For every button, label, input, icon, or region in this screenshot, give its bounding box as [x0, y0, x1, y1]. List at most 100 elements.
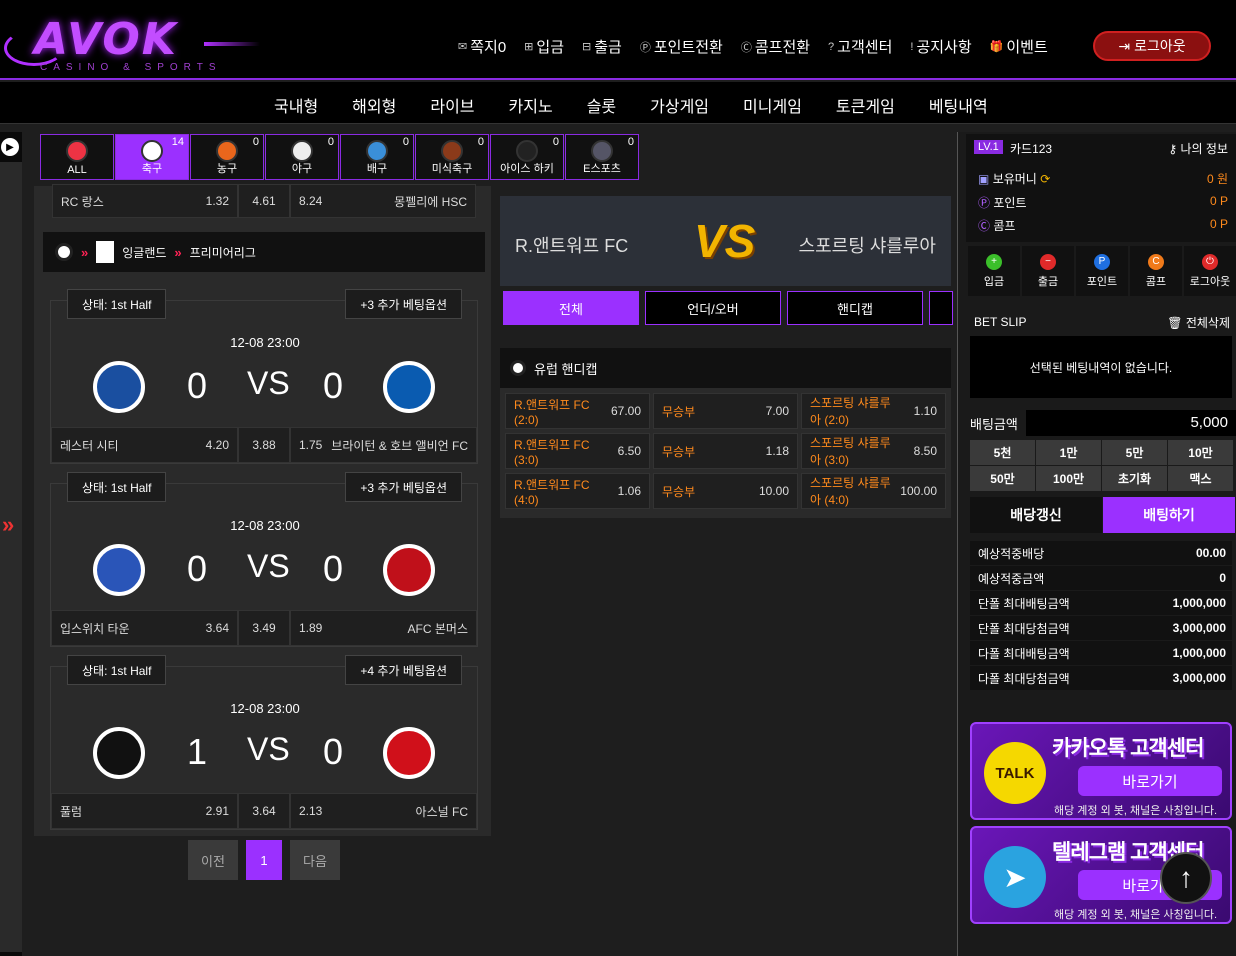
odds-draw-button[interactable]: 3.88 [238, 427, 290, 463]
market-draw-button[interactable]: 무승부 10.00 [653, 473, 798, 509]
market-away-odds: 1.10 [913, 404, 937, 418]
amount-chip-button[interactable]: 50만 [970, 466, 1035, 491]
sport-tab[interactable]: 농구 0 [190, 134, 264, 180]
logout-button[interactable]: ⇥ 로그아웃 [1093, 31, 1211, 61]
market-draw-button[interactable]: 무승부 7.00 [653, 393, 798, 429]
team-away-name: 몽펠리에 HSC [394, 194, 467, 209]
odds-away-button[interactable]: 1.75 브라이턴 & 호브 앨비언 FC [290, 427, 477, 463]
odds-away-button[interactable]: 8.24 몽펠리에 HSC [290, 184, 476, 218]
market-home-name: R.앤트워프 FC (4:0) [514, 477, 590, 507]
odds-draw-value: 3.64 [252, 804, 276, 818]
main-nav-item[interactable]: 라이브 [430, 93, 474, 117]
market-away-button[interactable]: 스포르팅 샤를루아 (2:0) 1.10 [801, 393, 946, 429]
place-bet-button[interactable]: 배팅하기 [1103, 497, 1235, 533]
quick-action-button[interactable]: − 출금 [1022, 246, 1074, 296]
amount-chip-button[interactable]: 10만 [1168, 440, 1233, 465]
quick-action-button[interactable]: + 입금 [968, 246, 1020, 296]
market-tab-more[interactable] [929, 291, 953, 325]
team-home-name: RC 랑스 [61, 194, 104, 209]
amount-chip-button[interactable]: 100만 [1036, 466, 1101, 491]
topnav-item-1[interactable]: ⊞ 입금 [524, 36, 564, 57]
amount-chip-button[interactable]: 5만 [1102, 440, 1167, 465]
sport-tab[interactable]: E스포츠 0 [565, 134, 639, 180]
market-away-button[interactable]: 스포르팅 샤를루아 (4:0) 100.00 [801, 473, 946, 509]
odds-away-button[interactable]: 2.13 아스널 FC [290, 793, 477, 829]
amount-chip-button[interactable]: 1만 [1036, 440, 1101, 465]
main-nav-item[interactable]: 미니게임 [743, 93, 802, 117]
prev-odds-row: RC 랑스 1.32 4.61 8.24 몽펠리에 HSC [52, 184, 476, 218]
soccer-ball-icon [510, 360, 526, 376]
chevron-right-icon: » [174, 244, 182, 260]
vs-label: VS [247, 365, 290, 401]
odds-home-value: 1.32 [205, 194, 229, 208]
market-tab[interactable]: 핸디캡 [787, 291, 923, 325]
account-panel: LV.1 카드123 ⚷ 나의 정보 ▣ 보유머니 ⟳ 0 원 Ⓟ 포인트 0 … [966, 134, 1236, 242]
page-button[interactable]: 1 [246, 840, 282, 880]
market-away-button[interactable]: 스포르팅 샤를루아 (3:0) 8.50 [801, 433, 946, 469]
next-page-button[interactable]: 다음 [290, 840, 340, 880]
scroll-top-button[interactable]: ↑ [1160, 852, 1212, 904]
extra-bets-button[interactable]: +4 추가 베팅옵션 [345, 655, 462, 685]
topnav-item-4[interactable]: Ⓒ 콤프전환 [741, 36, 810, 57]
arrow-up-icon: ↑ [1179, 862, 1193, 893]
match-state: 상태: 1st Half [67, 472, 167, 502]
prev-page-button[interactable]: 이전 [188, 840, 238, 880]
market-tab[interactable]: 전체 [503, 291, 639, 325]
sport-tab[interactable]: 아이스 하키 0 [490, 134, 564, 180]
amount-chip-button[interactable]: 맥스 [1168, 466, 1233, 491]
market-tab[interactable]: 언더/오버 [645, 291, 781, 325]
clear-all-button[interactable]: 🗑 전체삭제 [1167, 314, 1230, 331]
topnav-item-2[interactable]: ⊟ 출금 [582, 36, 622, 57]
extra-bets-button[interactable]: +3 추가 베팅옵션 [345, 472, 462, 502]
main-nav-item[interactable]: 가상게임 [650, 93, 709, 117]
main-nav-item[interactable]: 슬롯 [587, 93, 616, 117]
support-banner[interactable]: TALK 카카오톡 고객센터 바로가기 해당 계정 외 봇, 채널은 사칭입니다. [970, 722, 1232, 820]
main-nav-item[interactable]: 해외형 [352, 93, 396, 117]
odds-home-button[interactable]: RC 랑스 1.32 [52, 184, 238, 218]
topnav-item-3[interactable]: Ⓟ 포인트전환 [640, 36, 723, 57]
sport-tab[interactable]: 배구 0 [340, 134, 414, 180]
quick-action-button[interactable]: ⏻ 로그아웃 [1184, 246, 1236, 296]
odds-home-button[interactable]: 풀럼 2.91 [51, 793, 238, 829]
banner-go-button[interactable]: 바로가기 [1078, 766, 1222, 796]
quick-action-icon: + [986, 253, 1002, 270]
refresh-odds-button[interactable]: 배당갱신 [970, 497, 1102, 533]
sport-tab[interactable]: ALL [40, 134, 114, 180]
main-nav-item[interactable]: 베팅내역 [929, 93, 988, 117]
topnav-label: 쪽지0 [470, 39, 507, 56]
sport-tab[interactable]: 야구 0 [265, 134, 339, 180]
odds-draw-button[interactable]: 3.49 [238, 610, 290, 646]
play-icon[interactable]: ▶ [1, 138, 19, 156]
market-draw-button[interactable]: 무승부 1.18 [653, 433, 798, 469]
odds-draw-button[interactable]: 4.61 [238, 184, 290, 218]
quick-action-button[interactable]: P 포인트 [1076, 246, 1128, 296]
main-nav-item[interactable]: 토큰게임 [836, 93, 895, 117]
bet-amount-input[interactable]: 5,000 [1026, 410, 1236, 436]
amount-chip-button[interactable]: 초기화 [1102, 466, 1167, 491]
topnav-label: 이벤트 [1006, 39, 1048, 56]
sport-tab[interactable]: 축구 14 [115, 134, 189, 180]
topnav-item-0[interactable]: ✉ 쪽지0 [458, 36, 506, 57]
sport-tab[interactable]: 미식축구 0 [415, 134, 489, 180]
quick-action-button[interactable]: C 콤프 [1130, 246, 1182, 296]
topnav-item-5[interactable]: ? 고객센터 [828, 36, 892, 57]
logo-tagline: CASINO & SPORTS [40, 62, 222, 73]
odds-away-button[interactable]: 1.89 AFC 본머스 [290, 610, 477, 646]
odds-home-button[interactable]: 입스위치 타운 3.64 [51, 610, 238, 646]
site-logo[interactable]: AVOK CASINO & SPORTS [4, 6, 264, 76]
market-home-button[interactable]: R.앤트워프 FC (2:0) 67.00 [505, 393, 650, 429]
topnav-item-6[interactable]: ! 공지사항 [910, 36, 971, 57]
expand-arrow-icon[interactable]: » [2, 512, 14, 538]
my-info-link[interactable]: ⚷ 나의 정보 [1168, 140, 1228, 157]
extra-bets-button[interactable]: +3 추가 베팅옵션 [345, 289, 462, 319]
odds-draw-button[interactable]: 3.64 [238, 793, 290, 829]
odds-home-button[interactable]: 레스터 시티 4.20 [51, 427, 238, 463]
refresh-icon[interactable]: ⟳ [1040, 172, 1050, 186]
league-header: » 잉글랜드 » 프리미어리그 [43, 232, 485, 272]
main-nav-item[interactable]: 국내형 [274, 93, 318, 117]
market-home-button[interactable]: R.앤트워프 FC (4:0) 1.06 [505, 473, 650, 509]
market-home-button[interactable]: R.앤트워프 FC (3:0) 6.50 [505, 433, 650, 469]
amount-chip-button[interactable]: 5천 [970, 440, 1035, 465]
main-nav-item[interactable]: 카지노 [509, 93, 553, 117]
topnav-item-7[interactable]: 🎁 이벤트 [990, 36, 1048, 57]
